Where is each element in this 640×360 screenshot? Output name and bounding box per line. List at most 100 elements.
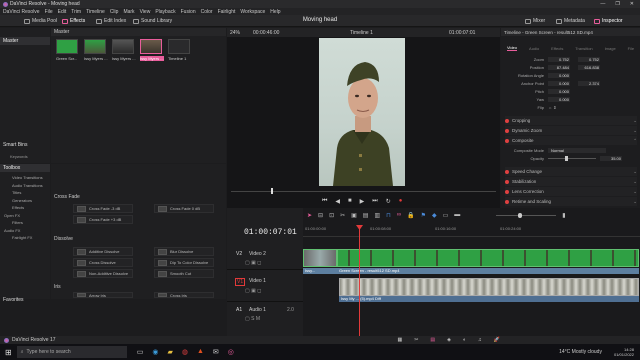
effect-item[interactable]: Dip To Color Dissolve [154,258,214,267]
timeline-selector[interactable]: Timeline 1 [350,30,373,36]
timeline-thumbnail[interactable] [168,39,190,54]
page-deliver-icon[interactable]: 🚀 [494,337,500,343]
clip-thumbnail-selected[interactable] [140,39,162,54]
effect-item[interactable]: Additive Dissolve [73,247,133,256]
zoom-out-icon[interactable]: ▭ [443,212,449,219]
blade-tool-icon[interactable]: ✂ [340,212,345,219]
play-icon[interactable]: ▶ [360,198,365,205]
effect-item[interactable]: Cross Fade +3 dB [73,215,133,224]
menu-view[interactable]: View [140,9,151,15]
titles-item[interactable]: Titles [12,189,43,197]
weather-status[interactable]: 14°C Mostly cloudy [559,349,614,355]
page-cut-icon[interactable]: ✂ [414,337,418,343]
menu-fusion[interactable]: Fusion [181,9,196,15]
clip-label-v2-issy[interactable]: Issy... [303,268,337,274]
go-to-start-icon[interactable]: ⏮ [322,198,327,205]
menu-fairlight[interactable]: Fairlight [218,9,236,15]
effect-item[interactable]: Cross Fade 0 dB [154,204,214,213]
opacity-value[interactable]: 35.00 [600,156,622,161]
effect-item[interactable]: Non-Additive Dissolve [73,269,133,278]
page-media-icon[interactable]: ▦ [397,337,402,343]
section-cropping[interactable]: Cropping ⌄ [505,116,637,125]
playhead[interactable] [359,225,360,340]
clip-v2-green-screen[interactable] [337,249,639,267]
menu-file[interactable]: File [45,9,53,15]
tab-file[interactable]: File [628,46,634,51]
page-fusion-icon[interactable]: ◈ [447,337,451,343]
section-retime-scaling[interactable]: Retime and Scaling ⌄ [505,197,637,206]
section-lens-correction[interactable]: Lens Correction ⌄ [505,187,637,196]
clip-label-v1[interactable]: Issy My ... (5).mp4 Diff [339,296,639,302]
open-fx-item[interactable]: Open FX [4,212,43,220]
menu-playback[interactable]: Playback [155,9,175,15]
tab-video[interactable]: Video [506,45,518,51]
audio-transitions-item[interactable]: Audio Transitions [12,182,43,190]
clip-label-v2-green-screen[interactable]: Green Screen - result512 SD.mp4 [337,268,639,274]
stop-icon[interactable]: ■ [348,198,352,205]
effect-item[interactable]: Arrow Iris [73,292,133,298]
effect-item[interactable]: Blur Dissolve [154,247,214,256]
loop-icon[interactable]: ↻ [386,198,391,205]
insert-clip-icon[interactable]: ▣ [351,212,357,219]
trim-tool-icon[interactable]: ⊟ [318,212,323,219]
fairlight-fx-item[interactable]: Fairlight FX [12,234,43,242]
opacity-slider[interactable] [548,156,596,161]
taskbar-search[interactable]: ⌕ Type here to search [16,346,127,358]
timeline-ruler[interactable]: 01:00:00:00 01:00:08:00 01:00:16:00 01:0… [303,225,640,237]
zoom-slider[interactable] [496,212,557,218]
scrubber-handle[interactable] [271,188,273,194]
mail-icon[interactable]: ✉ [213,348,219,356]
effect-item[interactable]: Cross Iris [154,292,214,298]
minimize-button[interactable]: — [600,1,605,7]
record-icon[interactable]: ● [399,198,403,205]
clip-v1-issy[interactable] [339,278,639,296]
tab-transition[interactable]: Transition [575,46,592,51]
audio-meter-icon[interactable]: ▮ [562,212,565,219]
overwrite-clip-icon[interactable]: ▤ [363,212,369,219]
page-edit-icon[interactable]: ▤ [430,337,435,343]
effects-item[interactable]: Effects [12,204,43,212]
generators-item[interactable]: Generators [12,197,43,205]
tab-effects[interactable]: Effects [551,46,563,51]
tab-audio[interactable]: Audio [529,46,539,51]
filters-item[interactable]: Filters [12,219,43,227]
toolbox-item[interactable]: Toolbox [0,164,50,172]
section-stabilization[interactable]: Stabilization ⌄ [505,177,637,186]
section-composite[interactable]: Composite ⌃ [505,136,637,145]
menu-workspace[interactable]: Workspace [240,9,265,15]
effect-item[interactable]: Cross Dissolve [73,258,133,267]
page-fairlight-icon[interactable]: ♫ [478,337,482,343]
menu-timeline[interactable]: Timeline [86,9,105,15]
close-button[interactable]: ✕ [630,1,634,7]
composite-mode-select[interactable]: Normal [548,148,606,153]
marker-icon[interactable]: ◆ [432,212,437,219]
tab-image[interactable]: Image [605,46,616,51]
selection-tool-icon[interactable]: ➤ [307,212,312,219]
menu-clip[interactable]: Clip [110,9,119,15]
replace-clip-icon[interactable]: ▥ [374,212,380,219]
effect-item[interactable]: Cross Fade -3 dB [73,204,133,213]
menu-trim[interactable]: Trim [71,9,81,15]
zoom-full-icon[interactable]: ▬ [454,212,460,218]
section-dynamic-zoom[interactable]: Dynamic Zoom ⌄ [505,126,637,135]
clip-thumbnail[interactable] [56,39,78,54]
timeline-timecode[interactable]: 01:00:07:01 [244,228,297,237]
flip-icons[interactable]: ⇔ ⇕ [548,105,556,110]
chrome-icon[interactable]: ◍ [182,348,188,356]
audio-controls-icons[interactable]: ▢ S M [245,316,260,322]
brave-icon[interactable]: ▲ [197,348,204,356]
maximize-button[interactable]: ❐ [615,1,619,7]
menu-color[interactable]: Color [201,9,213,15]
clip-thumbnail[interactable] [112,39,134,54]
menu-edit[interactable]: Edit [58,9,67,15]
reverse-icon[interactable]: ◀ [335,198,340,205]
menu-davinci[interactable]: DaVinci Resolve [3,9,40,15]
clock[interactable]: 14:28 01/01/2022 [614,347,640,357]
track-controls-icons[interactable]: ▢ ▣ ◻ [245,260,261,266]
bin-master[interactable]: Master [0,37,50,45]
linked-selection-icon[interactable]: ∞ [397,212,401,218]
clip-v2-issy[interactable] [303,249,337,267]
davinci-taskbar-icon[interactable]: ◎ [228,348,234,356]
bin-keywords[interactable]: Keywords [10,154,28,159]
section-speed-change[interactable]: Speed Change ⌄ [505,167,637,176]
